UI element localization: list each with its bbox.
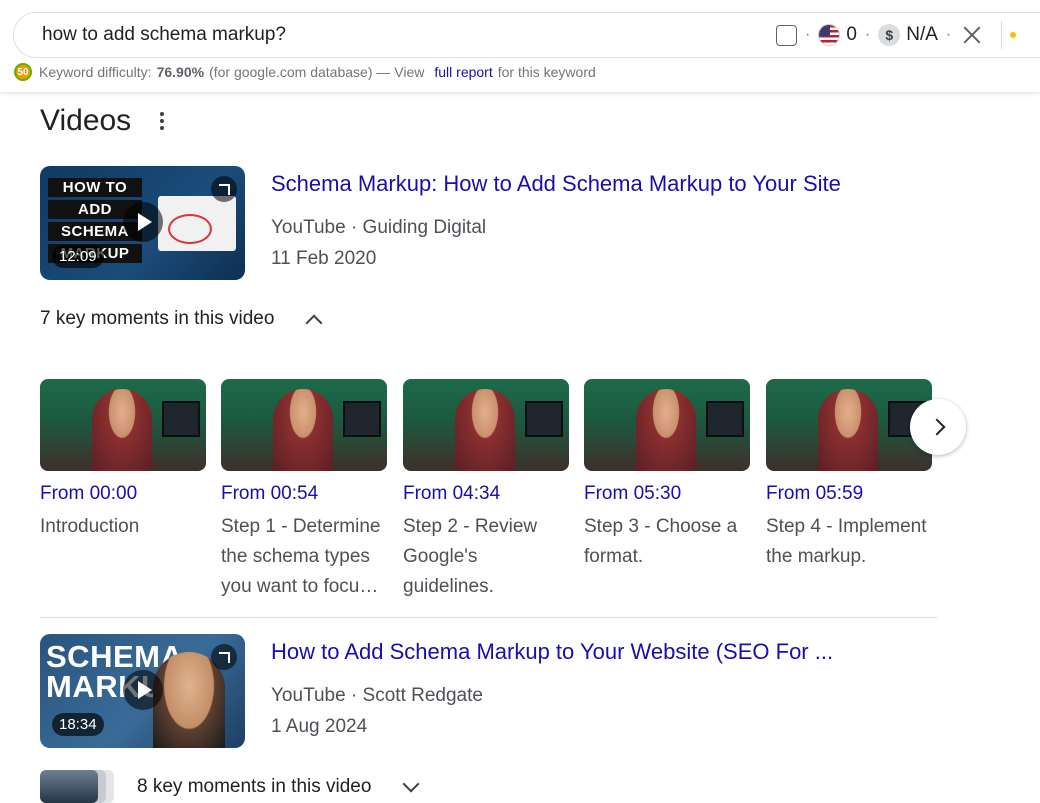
full-report-link[interactable]: full report xyxy=(434,64,492,80)
key-moment-card[interactable]: From 05:59 Step 4 - Implement the markup… xyxy=(766,379,932,572)
key-moments-label: 8 key moments in this video xyxy=(137,776,372,797)
dollar-icon: $ xyxy=(878,24,901,46)
kd-value: 76.90% xyxy=(156,64,205,80)
extension-edge-icon xyxy=(1010,32,1017,38)
moment-label: Introduction xyxy=(40,516,140,537)
us-flag-icon xyxy=(818,24,841,46)
moment-timestamp-link[interactable]: From 00:54 xyxy=(221,483,387,505)
seo-extension-logo-icon: 50 xyxy=(14,63,32,81)
moment-timestamp-link[interactable]: From 00:00 xyxy=(40,483,206,505)
moment-label: Step 2 - Review Google's guidelines. xyxy=(403,516,538,597)
video-duration: 18:34 xyxy=(52,713,104,736)
thumb-text-line: HOW TO xyxy=(48,178,142,197)
video-result: HOW TO ADD SCHEMA MARKUP 12:09 Schema Ma… xyxy=(40,166,841,280)
video-date: 1 Aug 2024 xyxy=(271,716,368,737)
videos-section-title: Videos xyxy=(40,104,132,137)
video-date: 11 Feb 2020 xyxy=(271,248,377,269)
moment-label: Step 1 - Determine the schema types you … xyxy=(221,516,381,597)
video-title-link[interactable]: How to Add Schema Markup to Your Website… xyxy=(271,639,833,665)
kd-db-text: (for google.com database) — View xyxy=(209,64,425,80)
moment-label: Step 4 - Implement the markup. xyxy=(766,516,927,567)
separator-dot: · xyxy=(805,26,811,43)
key-moment-card[interactable]: From 00:54 Step 1 - Determine the schema… xyxy=(221,379,387,602)
expand-icon[interactable] xyxy=(211,176,237,202)
kd-prefix: Keyword difficulty: xyxy=(39,64,152,80)
video-meta: Schema Markup: How to Add Schema Markup … xyxy=(271,166,841,280)
video-thumbnail[interactable]: SCHEMA MARKUP 18:34 xyxy=(40,634,245,748)
moment-thumbnail xyxy=(766,379,932,471)
moment-thumbnail xyxy=(403,379,569,471)
separator-dot: · xyxy=(864,26,871,43)
video-meta: How to Add Schema Markup to Your Website… xyxy=(271,634,833,748)
more-options-icon[interactable] xyxy=(158,112,166,132)
key-moments-label: 7 key moments in this video xyxy=(40,308,275,329)
search-volume-value: 0 xyxy=(846,24,857,45)
search-box[interactable]: · 0 · $ N/A · xyxy=(13,12,1040,58)
video-duration: 12:09 xyxy=(52,245,104,268)
key-moments-toggle[interactable]: 8 key moments in this video xyxy=(137,775,420,798)
moment-thumbnail xyxy=(40,379,206,471)
moment-timestamp-link[interactable]: From 04:34 xyxy=(403,483,569,505)
key-moment-card[interactable]: From 04:34 Step 2 - Review Google's guid… xyxy=(403,379,569,602)
clear-search-icon[interactable] xyxy=(961,24,983,46)
video-source: YouTube · Guiding Digital xyxy=(271,217,487,238)
moment-timestamp-link[interactable]: From 05:59 xyxy=(766,483,932,505)
search-tools: · 0 · $ N/A · xyxy=(776,13,1017,57)
video-result: SCHEMA MARKUP 18:34 How to Add Schema Ma… xyxy=(40,634,833,748)
toolbar-divider xyxy=(1001,21,1003,49)
video-title-link[interactable]: Schema Markup: How to Add Schema Markup … xyxy=(271,171,841,197)
key-moments-preview-stack xyxy=(40,770,116,803)
play-icon[interactable] xyxy=(123,670,163,710)
search-header: · 0 · $ N/A · 50 Key xyxy=(0,0,1040,92)
result-divider xyxy=(40,617,937,618)
search-input[interactable] xyxy=(42,13,602,57)
moment-timestamp-link[interactable]: From 05:30 xyxy=(584,483,750,505)
keyword-difficulty-bar: 50 Keyword difficulty: 76.90% (for googl… xyxy=(14,63,596,81)
key-moment-card[interactable]: From 05:30 Step 3 - Choose a format. xyxy=(584,379,750,572)
video-thumbnail[interactable]: HOW TO ADD SCHEMA MARKUP 12:09 xyxy=(40,166,245,280)
key-moment-card[interactable]: From 00:00 Introduction xyxy=(40,379,206,542)
screenshot-graphic xyxy=(158,196,236,251)
key-moments-carousel: From 00:00 Introduction From 00:54 Step … xyxy=(40,379,966,609)
video-source: YouTube · Scott Redgate xyxy=(271,685,483,706)
select-checkbox[interactable] xyxy=(776,24,797,46)
kd-suffix: for this keyword xyxy=(497,64,596,80)
moment-label: Step 3 - Choose a format. xyxy=(584,516,738,567)
chevron-down-icon xyxy=(402,775,420,793)
moment-thumbnail xyxy=(584,379,750,471)
carousel-next-button[interactable] xyxy=(910,399,966,455)
chevron-up-icon xyxy=(305,314,323,331)
expand-icon[interactable] xyxy=(211,644,237,670)
play-icon[interactable] xyxy=(123,202,163,242)
moment-thumbnail xyxy=(221,379,387,471)
cpc-value: N/A xyxy=(906,24,938,45)
key-moments-toggle[interactable]: 7 key moments in this video xyxy=(40,308,323,331)
separator-dot: · xyxy=(945,26,952,43)
